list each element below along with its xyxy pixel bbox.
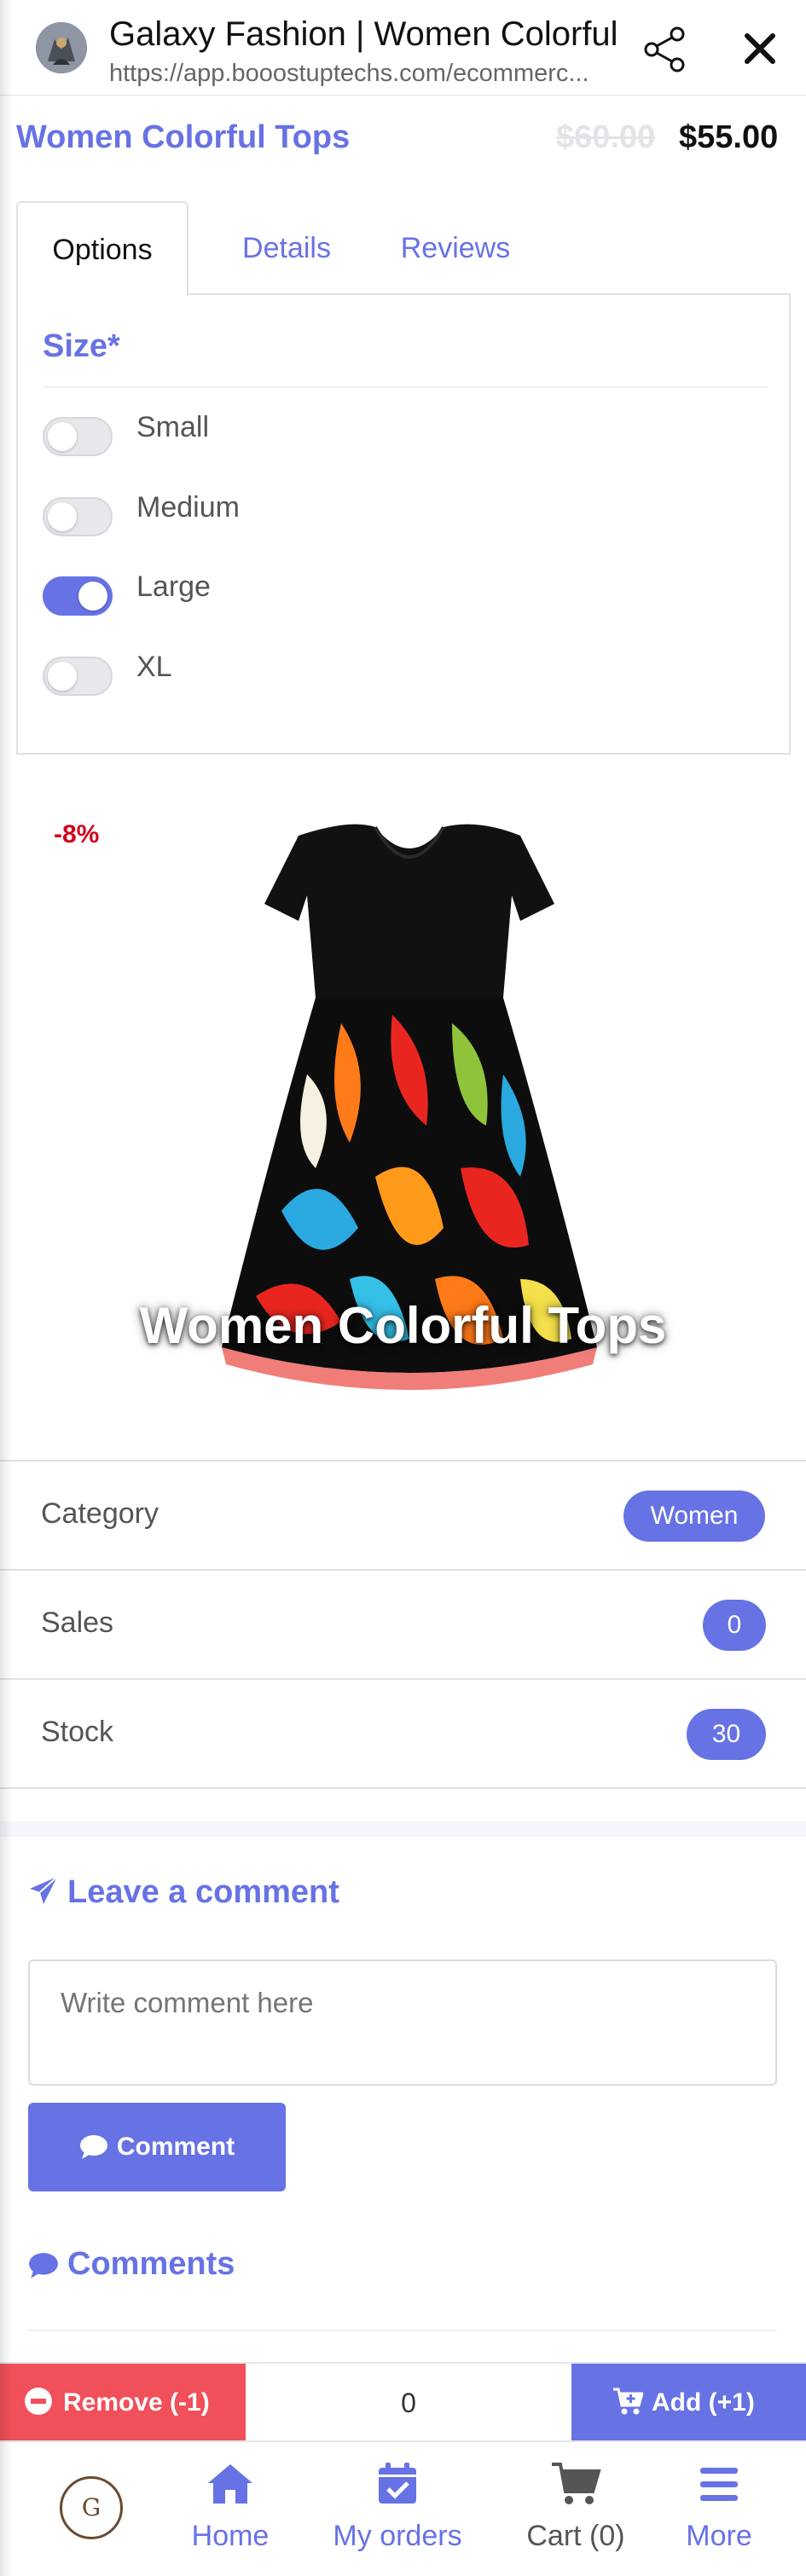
leave-comment-label: Leave a comment <box>67 1874 339 1910</box>
home-icon <box>208 2464 252 2504</box>
nav-home[interactable]: Home <box>188 2461 273 2553</box>
cart-icon <box>552 2463 601 2504</box>
carousel-indicator[interactable] <box>375 1405 433 1410</box>
option-label: Medium <box>136 491 240 524</box>
bottom-navigation: G Home My orders Cart (0) More <box>0 2440 806 2576</box>
add-button[interactable]: Add (+1) <box>571 2364 806 2442</box>
divider <box>43 386 768 388</box>
stock-badge: 30 <box>687 1709 766 1760</box>
options-panel: Size* Small Medium Large XL <box>16 294 791 755</box>
paper-plane-icon <box>30 1876 58 1904</box>
category-badge[interactable]: Women <box>623 1491 765 1542</box>
comment-input[interactable] <box>28 1959 777 2086</box>
info-row-stock: Stock 30 <box>0 1678 806 1787</box>
speech-bubble-icon <box>29 2253 58 2278</box>
nav-more[interactable]: More <box>678 2461 760 2553</box>
info-label: Sales <box>41 1606 114 1639</box>
old-price: $60.00 <box>556 119 656 155</box>
size-group-label: Size* <box>43 328 120 364</box>
calendar-check-icon <box>379 2463 416 2504</box>
product-tabs: Options Details Reviews <box>16 201 791 297</box>
remove-button-label: Remove (-1) <box>63 2388 210 2417</box>
divider <box>28 2330 777 2331</box>
option-label: Large <box>136 570 211 603</box>
tab-options[interactable]: Options <box>16 201 188 297</box>
browser-url[interactable]: https://app.booostuptechs.com/ecommerc..… <box>109 60 589 88</box>
current-price: $55.00 <box>679 119 779 155</box>
image-overlay-title: Women Colorful Tops <box>139 1297 667 1354</box>
minus-circle-icon <box>25 2388 52 2415</box>
comment-button-label: Comment <box>116 2133 235 2161</box>
toggle-switch[interactable] <box>43 657 113 696</box>
toggle-switch[interactable] <box>43 417 113 456</box>
info-label: Stock <box>41 1716 114 1748</box>
quantity-value: 0 <box>401 2388 416 2418</box>
browser-title: Galaxy Fashion | Women Colorful <box>109 15 618 53</box>
product-title: Women Colorful Tops <box>16 119 351 155</box>
toggle-switch[interactable] <box>43 576 113 616</box>
info-label: Category <box>41 1497 159 1530</box>
divider <box>0 1787 806 1789</box>
add-button-label: Add (+1) <box>652 2388 755 2417</box>
discount-badge: -8% <box>54 820 100 848</box>
speech-bubble-icon <box>79 2135 107 2159</box>
tab-details[interactable]: Details <box>206 201 368 295</box>
nav-home-label: Home <box>191 2520 270 2552</box>
remove-button[interactable]: Remove (-1) <box>0 2364 246 2442</box>
cart-plus-icon <box>613 2388 644 2415</box>
nav-more-label: More <box>686 2520 752 2552</box>
sales-badge: 0 <box>703 1600 766 1651</box>
menu-icon <box>700 2468 738 2501</box>
info-row-sales: Sales 0 <box>0 1569 806 1678</box>
brand-logo[interactable]: G <box>60 2476 123 2539</box>
brand-logo-letter: G <box>81 2493 101 2521</box>
nav-my-orders-label: My orders <box>333 2520 462 2552</box>
nav-cart-label: Cart (0) <box>526 2520 625 2552</box>
product-image-carousel[interactable]: -8% Women Colorful Tops <box>0 776 806 1458</box>
comment-button[interactable]: Comment <box>28 2103 286 2191</box>
nav-cart[interactable]: Cart (0) <box>520 2461 631 2553</box>
toggle-switch[interactable] <box>43 497 113 536</box>
section-separator <box>0 1821 806 1837</box>
leave-comment-heading: Leave a comment <box>28 1874 339 1911</box>
site-avatar <box>36 22 87 73</box>
comments-heading: Comments <box>28 2246 235 2283</box>
tab-reviews[interactable]: Reviews <box>374 201 536 295</box>
share-icon[interactable] <box>640 24 691 75</box>
option-label: Small <box>136 411 210 443</box>
comments-heading-label: Comments <box>67 2246 235 2282</box>
option-label: XL <box>136 651 172 683</box>
cart-quantity-bar: Remove (-1) 0 Add (+1) <box>0 2362 806 2442</box>
close-icon[interactable] <box>735 22 786 73</box>
nav-my-orders[interactable]: My orders <box>328 2461 467 2553</box>
info-row-category: Category Women <box>0 1460 806 1569</box>
browser-header: Galaxy Fashion | Women Colorful https://… <box>0 0 806 96</box>
